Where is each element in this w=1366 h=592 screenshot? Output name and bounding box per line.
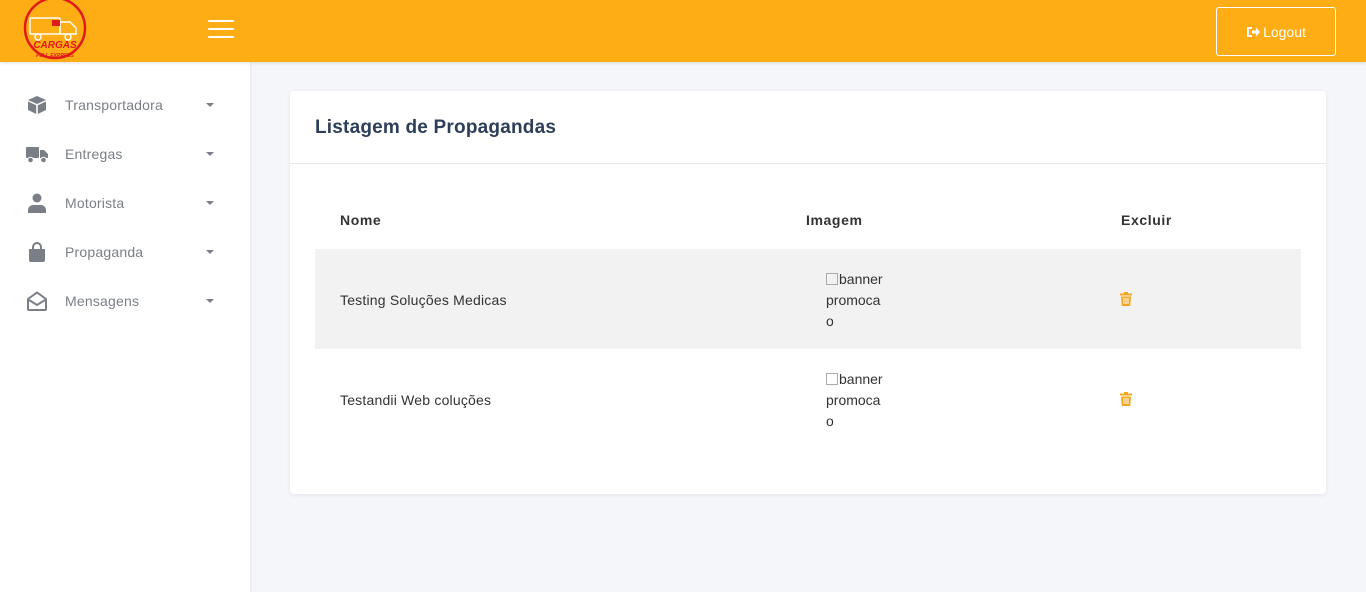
sidebar: Transportadora Entregas Motorista Propag… xyxy=(0,62,250,592)
caret-down-icon xyxy=(206,152,214,156)
column-header-excluir: Excluir xyxy=(1121,212,1172,228)
svg-text:CARGAS: CARGAS xyxy=(33,40,77,51)
svg-text:FULL EXPRESS: FULL EXPRESS xyxy=(36,53,74,59)
sidebar-item-propaganda[interactable]: Propaganda xyxy=(0,232,250,272)
top-bar: CARGAS FULL EXPRESS Logout xyxy=(0,0,1366,62)
box-icon xyxy=(28,96,46,114)
table-row: Testandii Web coluções banner promocao xyxy=(315,349,1301,449)
logout-button[interactable]: Logout xyxy=(1216,7,1336,56)
sidebar-item-transportadora[interactable]: Transportadora xyxy=(0,85,250,125)
trash-icon[interactable] xyxy=(1120,392,1132,406)
page-title: Listagem de Propagandas xyxy=(315,117,557,138)
banner-image-broken: banner promocao xyxy=(826,269,888,332)
column-header-imagem: Imagem xyxy=(806,212,863,228)
sidebar-item-motorista[interactable]: Motorista xyxy=(0,183,250,223)
caret-down-icon xyxy=(206,299,214,303)
caret-down-icon xyxy=(206,103,214,107)
sidebar-item-label: Mensagens xyxy=(65,293,140,309)
divider xyxy=(290,163,1326,164)
cell-nome: Testandii Web coluções xyxy=(340,392,492,408)
propagandas-card: Listagem de Propagandas Nome Imagem Excl… xyxy=(290,91,1326,494)
sidebar-item-label: Motorista xyxy=(65,195,125,211)
hamburger-icon[interactable] xyxy=(208,20,234,42)
logout-label: Logout xyxy=(1263,23,1306,40)
sidebar-item-entregas[interactable]: Entregas xyxy=(0,134,250,174)
cell-nome: Testing Soluções Medicas xyxy=(340,292,507,308)
sidebar-item-label: Entregas xyxy=(65,146,123,162)
column-header-nome: Nome xyxy=(340,212,382,228)
broken-image-icon xyxy=(826,273,838,285)
shopping-bag-icon xyxy=(29,242,45,262)
trash-icon[interactable] xyxy=(1120,292,1132,306)
caret-down-icon xyxy=(206,250,214,254)
caret-down-icon xyxy=(206,201,214,205)
table-row: Testing Soluções Medicas banner promocao xyxy=(315,249,1301,349)
sidebar-item-mensagens[interactable]: Mensagens xyxy=(0,281,250,321)
user-icon xyxy=(28,193,46,213)
sidebar-item-label: Transportadora xyxy=(65,97,163,113)
envelope-open-icon xyxy=(27,291,47,311)
truck-icon xyxy=(26,147,48,164)
logo[interactable]: CARGAS FULL EXPRESS xyxy=(22,0,88,60)
broken-image-icon xyxy=(826,373,838,385)
banner-image-broken: banner promocao xyxy=(826,369,888,432)
sign-out-icon xyxy=(1247,26,1261,37)
sidebar-item-label: Propaganda xyxy=(65,244,144,260)
